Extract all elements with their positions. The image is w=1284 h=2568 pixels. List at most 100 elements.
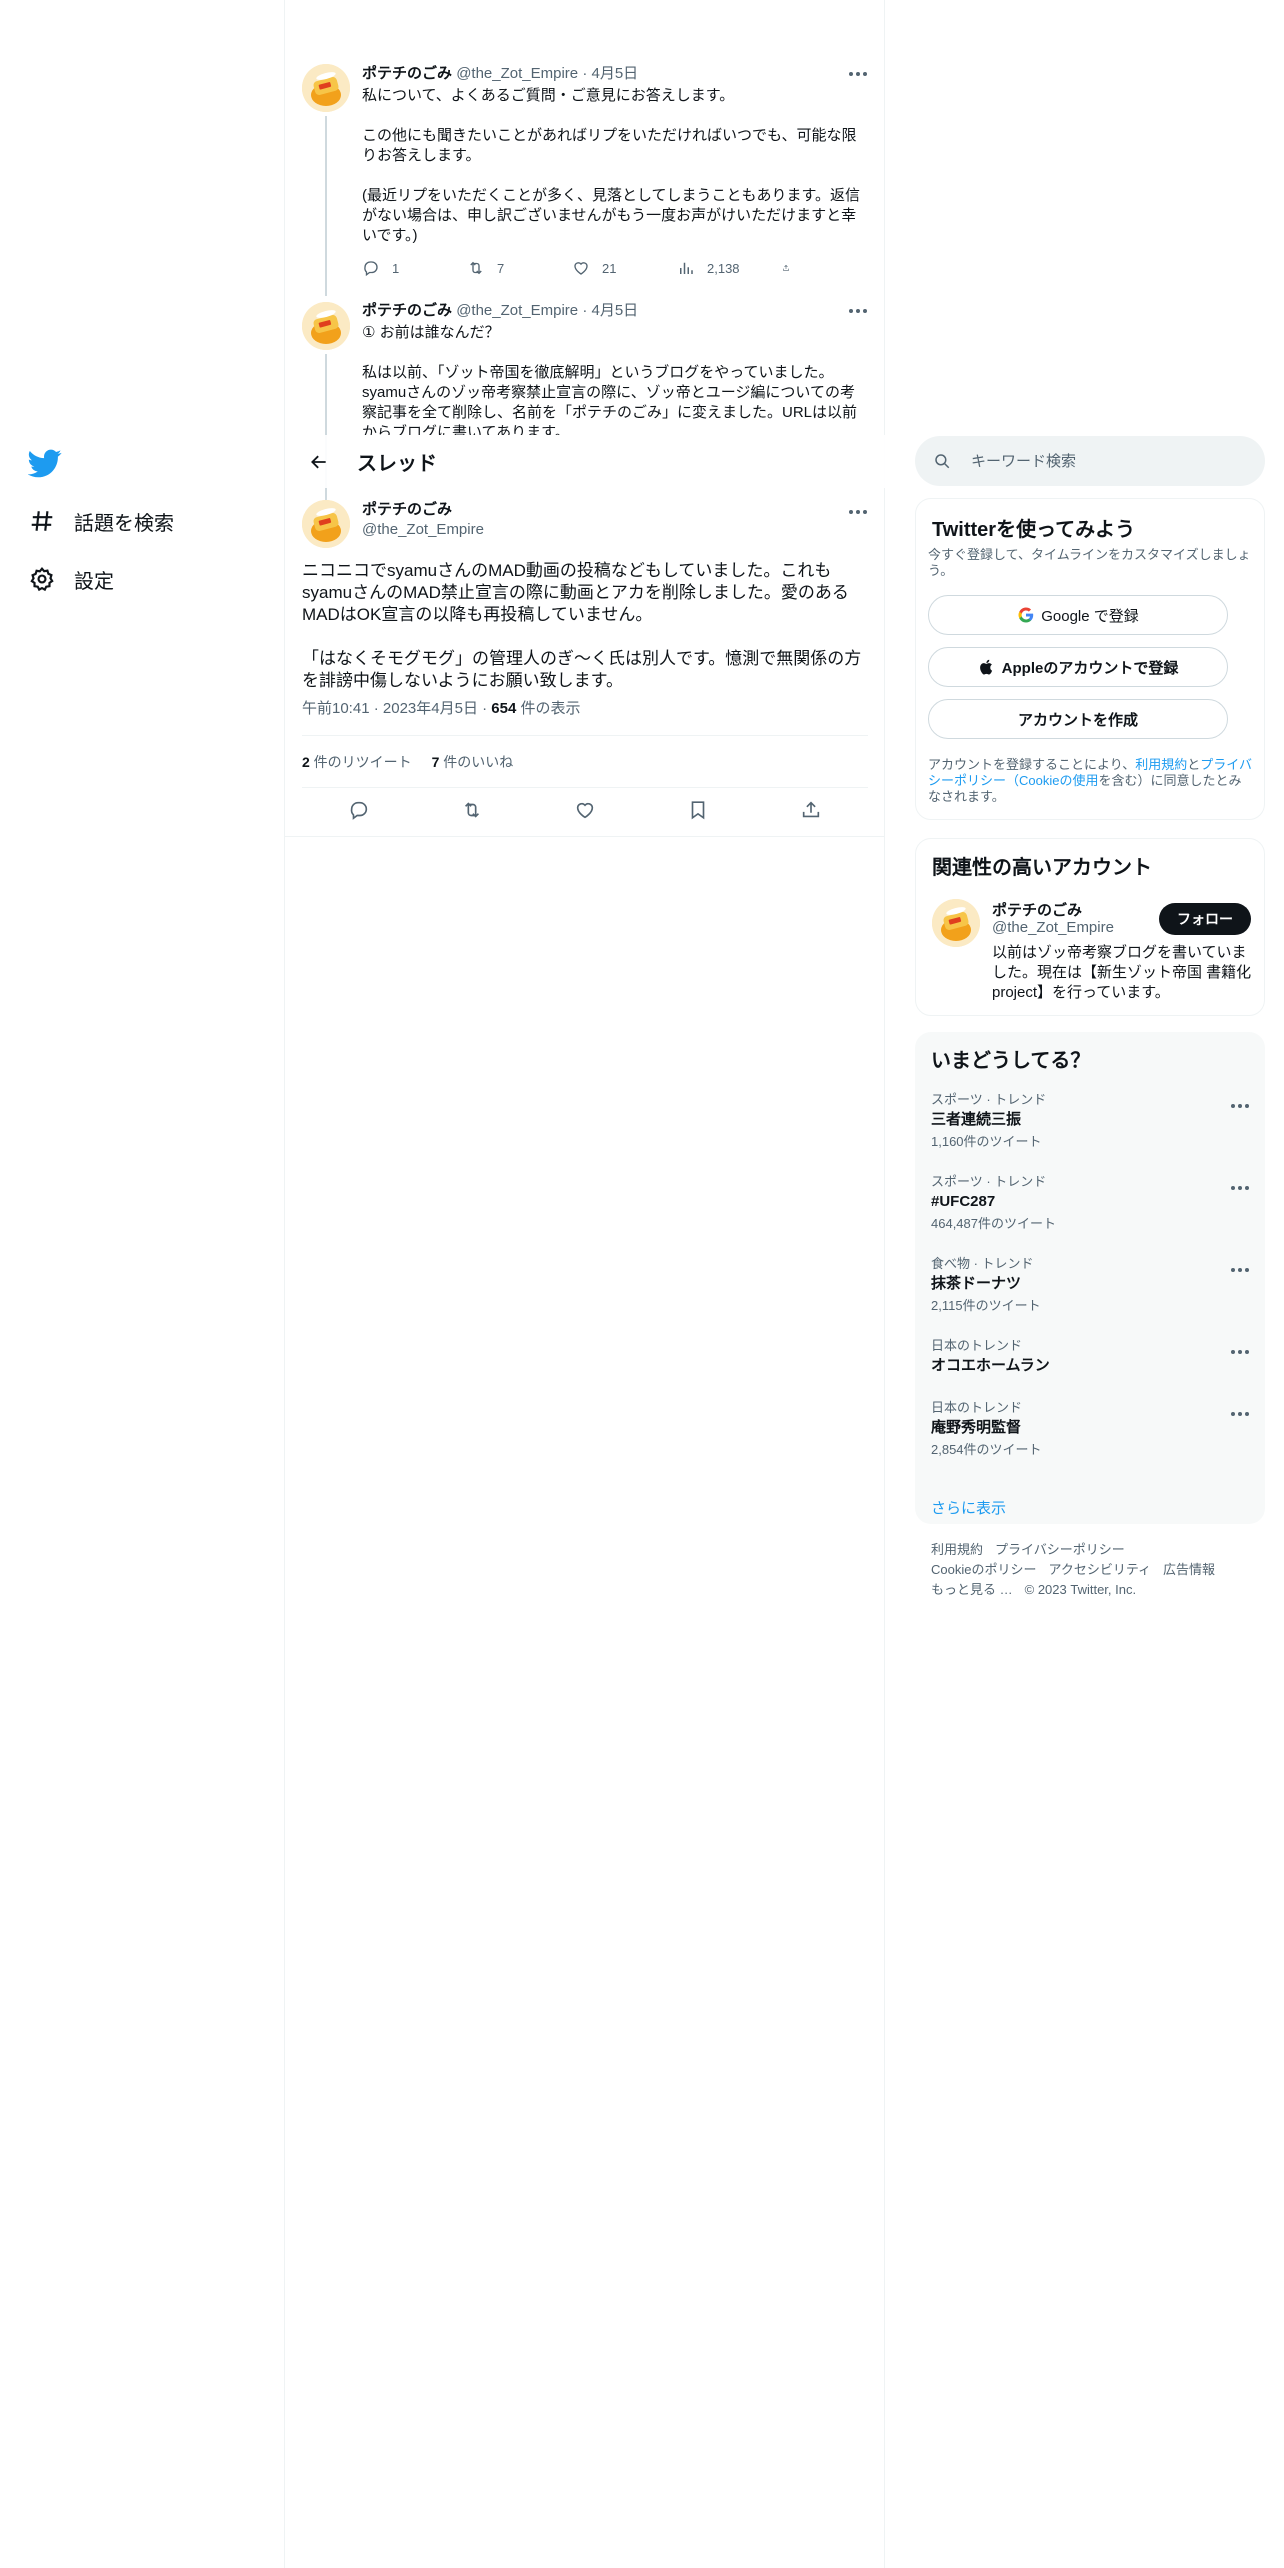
thread-column: ポテチのごみ @the_Zot_Empire · 4月5日 私について、よくある… (285, 0, 885, 2568)
trend-item[interactable]: 食べ物 · トレンド 抹茶ドーナツ 2,115件のツイート (931, 1256, 1251, 1314)
bookmark-icon[interactable] (687, 799, 709, 826)
related-account-handle[interactable]: @the_Zot_Empire (992, 919, 1114, 936)
share-button[interactable] (782, 259, 802, 277)
avatar[interactable] (302, 64, 350, 112)
left-navigation: 話題を検索 設定 (0, 0, 285, 2568)
share-icon (783, 264, 789, 271)
tweet-paragraph: ニコニコでsyamuさんのMAD動画の投稿などもしていました。これもsyamuさ… (302, 561, 849, 624)
trend-item[interactable]: スポーツ · トレンド 三者連続三振 1,160件のツイート (931, 1092, 1251, 1150)
tweet-paragraph: ① お前は誰なんだ？ (362, 324, 500, 341)
terms-link[interactable]: 利用規約 (1135, 757, 1187, 772)
more-options-icon[interactable] (1229, 1260, 1251, 1280)
share-icon[interactable] (800, 799, 822, 826)
separator-dot: · (482, 700, 488, 717)
more-options-icon[interactable] (847, 301, 869, 321)
tweet-header: ポテチのごみ @the_Zot_Empire (362, 500, 484, 540)
trend-item[interactable]: スポーツ · トレンド #UFC287 464,487件のツイート (931, 1174, 1251, 1232)
trends-card: いまどうしてる？ スポーツ · トレンド 三者連続三振 1,160件のツイート … (915, 1032, 1265, 1524)
display-name[interactable]: ポテチのごみ (362, 500, 484, 520)
trend-count: 2,115件のツイート (931, 1298, 1041, 1313)
thread-connector (325, 116, 327, 296)
tweet-date[interactable]: 4月5日 (591, 302, 638, 319)
trend-count: 464,487件のツイート (931, 1216, 1056, 1231)
views-label: 件の表示 (516, 700, 581, 717)
footer-link[interactable]: もっと見る … (931, 1582, 1013, 1597)
footer-link[interactable]: プライバシーポリシー (995, 1542, 1125, 1557)
show-more-link[interactable]: さらに表示 (931, 1497, 1006, 1518)
more-options-icon[interactable] (847, 502, 869, 522)
related-account-bio: 以前はゾッ帝考察ブログを書いていました。現在は【新生ゾット帝国 書籍化proje… (992, 944, 1252, 1001)
tweet-meta: 午前10:41 · 2023年4月5日 · 654 件の表示 (302, 697, 581, 718)
tweet-actions (302, 797, 868, 827)
handle[interactable]: @the_Zot_Empire (362, 520, 484, 540)
tweet-paragraph: (最近リプをいただくことが多く、見落としてしまうこともあります。返信がない場合は… (362, 187, 861, 244)
views-count: 654 (491, 700, 517, 717)
heart-icon[interactable] (574, 799, 596, 826)
footer-link[interactable]: 利用規約 (931, 1542, 983, 1557)
views-button[interactable]: 2,138 (677, 259, 757, 277)
separator-dot: · (373, 700, 379, 717)
tweet-actions: 1 7 21 2,138 (362, 258, 802, 278)
tweet-date[interactable]: 2023年4月5日 (383, 700, 478, 717)
tweet-time[interactable]: 午前10:41 (302, 700, 370, 717)
thread-header: スレッド (285, 435, 885, 488)
avatar[interactable] (302, 302, 350, 350)
more-options-icon[interactable] (847, 64, 869, 84)
twitter-bird-logo-icon[interactable] (27, 445, 62, 479)
like-button[interactable]: 21 (572, 259, 652, 277)
apple-signup-button[interactable]: Appleのアカウントで登録 (928, 647, 1228, 687)
reply-icon[interactable] (348, 799, 370, 826)
copyright: © 2023 Twitter, Inc. (1024, 1582, 1137, 1597)
trend-count: 1,160件のツイート (931, 1134, 1042, 1149)
more-options-icon[interactable] (1229, 1096, 1251, 1116)
avatar[interactable] (932, 899, 980, 947)
nav-item-explore[interactable]: 話題を検索 (28, 501, 174, 541)
google-signup-label: Google で登録 (1041, 607, 1139, 625)
signup-title: Twitterを使ってみよう (932, 519, 1136, 541)
follow-button[interactable]: フォロー (1159, 903, 1251, 935)
avatar[interactable] (302, 500, 350, 548)
footer-link[interactable]: Cookieのポリシー (931, 1562, 1036, 1577)
footer-link[interactable]: 広告情報 (1163, 1562, 1215, 1577)
related-account-name[interactable]: ポテチのごみ (992, 899, 1082, 920)
separator-dot: · (582, 65, 588, 82)
search-bar[interactable] (915, 436, 1265, 486)
signup-card: Twitterを使ってみよう 今すぐ登録して、タイムラインをカスタマイズしましょ… (915, 498, 1265, 820)
likes-stat[interactable]: 7 件のいいね (432, 754, 514, 770)
tweet-date[interactable]: 4月5日 (591, 65, 638, 82)
views-count: 2,138 (707, 260, 740, 276)
retweets-stat[interactable]: 2 件のリツイート (302, 754, 412, 770)
trend-name: 抹茶ドーナツ (931, 1275, 1022, 1292)
nav-item-settings[interactable]: 設定 (28, 559, 114, 599)
trend-name: #UFC287 (931, 1193, 996, 1210)
tweet-text: ① お前は誰なんだ？ 私は以前、「ゾット帝国を徹底解明」というブログをやっていま… (362, 323, 867, 435)
heart-icon (574, 262, 588, 275)
reply-button[interactable]: 1 (362, 259, 442, 277)
retweet-icon (470, 261, 482, 275)
terms-notice: アカウントを登録することにより、利用規約とプライバシーポリシー（Cookieの使… (928, 757, 1253, 805)
signup-subtitle: 今すぐ登録して、タイムラインをカスタマイズしましょう。 (928, 547, 1251, 578)
create-account-button[interactable]: アカウントを作成 (928, 699, 1228, 739)
retweet-icon[interactable] (461, 799, 483, 826)
more-options-icon[interactable] (1229, 1178, 1251, 1198)
related-accounts-card: 関連性の高いアカウント ポテチのごみ @the_Zot_Empire フォロー … (915, 838, 1265, 1016)
page-title: スレッド (357, 453, 437, 475)
trend-item[interactable]: 日本のトレンド オコエホームラン (931, 1338, 1251, 1376)
trend-name: 三者連続三振 (931, 1111, 1022, 1128)
more-options-icon[interactable] (1229, 1342, 1251, 1362)
terms-prefix: アカウントを登録することにより、 (928, 757, 1136, 772)
search-input[interactable] (971, 452, 1241, 470)
display-name[interactable]: ポテチのごみ (362, 302, 452, 319)
footer-link[interactable]: アクセシビリティ (1048, 1562, 1151, 1577)
tweet-paragraph: 私は以前、「ゾット帝国を徹底解明」というブログをやっていました。syamuさんの… (362, 364, 858, 435)
back-arrow-icon[interactable] (301, 444, 337, 480)
more-options-icon[interactable] (1229, 1404, 1251, 1424)
handle[interactable]: @the_Zot_Empire (456, 65, 578, 82)
tweet-text: 私について、よくあるご質問・ご意見にお答えします。 この他にも聞きたいことがあれ… (362, 86, 867, 246)
handle[interactable]: @the_Zot_Empire (456, 302, 578, 319)
google-signup-button[interactable]: Google で登録 (928, 595, 1228, 635)
trend-category: 日本のトレンド (931, 1338, 1023, 1353)
retweet-button[interactable]: 7 (467, 259, 547, 277)
trend-item[interactable]: 日本のトレンド 庵野秀明監督 2,854件のツイート (931, 1400, 1251, 1458)
display-name[interactable]: ポテチのごみ (362, 65, 452, 82)
